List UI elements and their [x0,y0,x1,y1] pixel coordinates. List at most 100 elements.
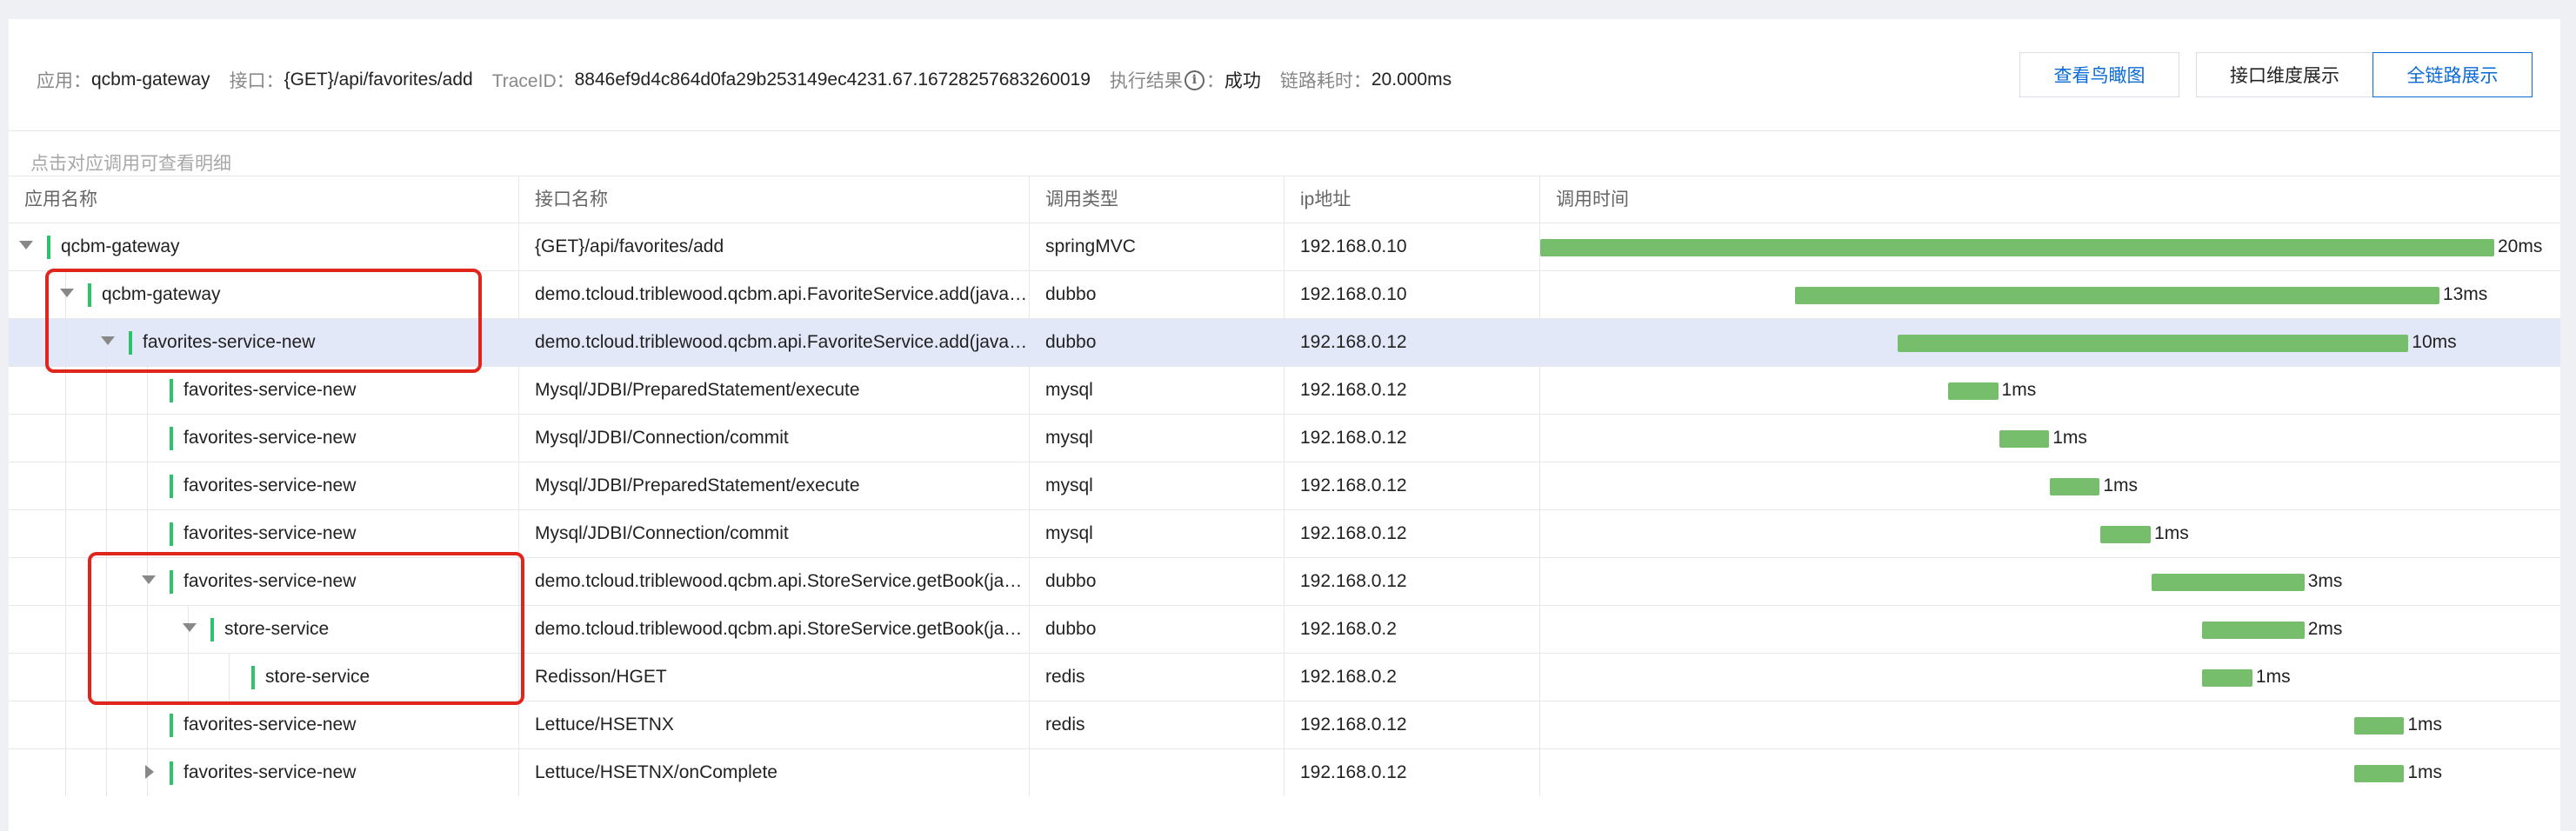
tree-guide-line [106,558,107,605]
table-row[interactable]: qcbm-gateway {GET}/api/favorites/add sprin… [9,223,2560,270]
table-row[interactable]: qcbm-gateway demo.tcloud.triblewood.qcbm.… [9,270,2560,318]
duration-label: 1ms [2103,475,2139,495]
app-cell: favorites-service-new [9,749,519,796]
column-header-time: 调用时间 [1556,189,1629,209]
tree-guide-line [147,606,148,653]
timeline-cell: 1ms [1540,510,2560,557]
tree-guide-line [106,654,107,701]
table-row[interactable]: favorites-service-new demo.tcloud.triblew… [9,557,2560,605]
app-name: store-service [224,619,330,639]
duration-bar[interactable] [1898,335,2409,352]
expand-caret-icon[interactable] [145,765,154,779]
collapse-caret-icon[interactable] [101,336,115,345]
collapse-caret-icon[interactable] [19,241,33,249]
call-type-cell: redis [1030,654,1285,701]
tree-guide-line [106,606,107,653]
app-cell: favorites-service-new [9,462,519,509]
table-row[interactable]: favorites-service-new Lettuce/HSETNX redis… [9,701,2560,748]
tree-guide-line [229,654,230,701]
table-row[interactable]: favorites-service-new Mysql/JDBI/Connecti… [9,414,2560,462]
call-type-cell: redis [1030,701,1285,748]
ip-address-cell: 192.168.0.12 [1285,367,1540,414]
status-indicator [170,475,173,498]
call-type-cell: mysql [1030,367,1285,414]
ip-address-cell: 192.168.0.12 [1285,462,1540,509]
interface-view-button[interactable]: 接口维度展示 [2196,52,2373,97]
duration-bar[interactable] [2353,765,2405,782]
table-row[interactable]: favorites-service-new Mysql/JDBI/Connecti… [9,509,2560,557]
call-type-cell: mysql [1030,415,1285,462]
table-row[interactable]: store-service demo.tcloud.triblewood.qcbm… [9,605,2560,653]
tree-guide-line [147,367,148,414]
api-name-cell: Mysql/JDBI/PreparedStatement/execute [519,462,1030,509]
timeline-cell: 20ms [1540,223,2560,270]
duration-bar[interactable] [2100,526,2152,543]
duration-bar[interactable] [1540,239,2494,256]
call-type-cell [1030,749,1285,796]
tree-guide-line [147,654,148,701]
status-indicator [47,236,50,259]
status-indicator [170,714,173,737]
duration-label: 2ms [2307,619,2343,639]
tree-guide-line [106,701,107,748]
status-indicator [129,331,132,355]
result-colon: ： [1205,71,1225,91]
table-row[interactable]: favorites-service-new demo.tcloud.triblew… [9,318,2560,366]
api-name-cell: {GET}/api/favorites/add [519,223,1030,270]
duration-label: 1ms [2052,428,2087,448]
status-indicator [88,283,91,307]
trace-summary: 应用： qcbm-gateway 接口： {GET}/api/favorites… [37,63,1452,97]
table-row[interactable]: favorites-service-new Mysql/JDBI/Prepared… [9,462,2560,509]
api-name-cell: Lettuce/HSETNX/onComplete [519,749,1030,796]
duration-bar[interactable] [1795,287,2439,304]
tree-guide-line [65,319,66,366]
table-row[interactable]: favorites-service-new Mysql/JDBI/Prepared… [9,366,2560,414]
timeline-cell: 1ms [1540,749,2560,796]
duration-bar[interactable] [2353,717,2405,735]
duration-bar[interactable] [2202,669,2252,687]
table-row[interactable]: favorites-service-new Lettuce/HSETNX/onCo… [9,748,2560,796]
tree-guide-line [65,558,66,605]
view-overview-button[interactable]: 查看鸟瞰图 [2019,52,2179,97]
column-header-type: 调用类型 [1030,176,1285,223]
app-name: favorites-service-new [184,571,357,591]
status-indicator [170,379,173,402]
call-type-cell: mysql [1030,462,1285,509]
duration-bar[interactable] [1999,430,2050,448]
ip-address-cell: 192.168.0.12 [1285,319,1540,366]
tree-guide-line [147,415,148,462]
duration-label: 13ms [2442,284,2488,304]
call-type-cell: dubbo [1030,558,1285,605]
duration-bar[interactable] [2152,574,2305,591]
collapse-caret-icon[interactable] [60,289,74,297]
tree-guide-line [106,367,107,414]
ip-address-cell: 192.168.0.12 [1285,415,1540,462]
duration-bar[interactable] [2202,622,2305,639]
duration-bar[interactable] [1947,382,1999,400]
full-trace-button[interactable]: 全链路展示 [2372,52,2533,97]
app-cell: favorites-service-new [9,510,519,557]
call-type-cell: mysql [1030,510,1285,557]
duration-bar[interactable] [2049,478,2100,495]
ip-address-cell: 192.168.0.10 [1285,271,1540,318]
collapse-caret-icon[interactable] [142,575,156,584]
ip-address-cell: 192.168.0.12 [1285,749,1540,796]
collapse-caret-icon[interactable] [183,623,197,632]
trace-detail-panel: 应用： qcbm-gateway 接口： {GET}/api/favorites… [9,19,2560,831]
app-cell: favorites-service-new [9,558,519,605]
tree-guide-line [65,462,66,509]
trace-id-value: 8846ef9d4c864d0fa29b253149ec4231.67.1672… [574,70,1091,90]
table-row[interactable]: store-service Redisson/HGET redis 192.168.0… [9,653,2560,701]
info-icon[interactable]: i [1184,70,1205,90]
app-cell: favorites-service-new [9,319,519,366]
status-indicator [170,522,173,546]
result-value: 成功 [1224,71,1261,91]
timeline-cell: 1ms [1540,462,2560,509]
call-type-cell: dubbo [1030,319,1285,366]
timeline-cell: 10ms [1540,319,2560,366]
timeline-cell: 1ms [1540,367,2560,414]
app-name: store-service [265,667,370,687]
column-header-app: 应用名称 [9,176,519,223]
app-cell: favorites-service-new [9,415,519,462]
status-indicator [170,761,173,785]
